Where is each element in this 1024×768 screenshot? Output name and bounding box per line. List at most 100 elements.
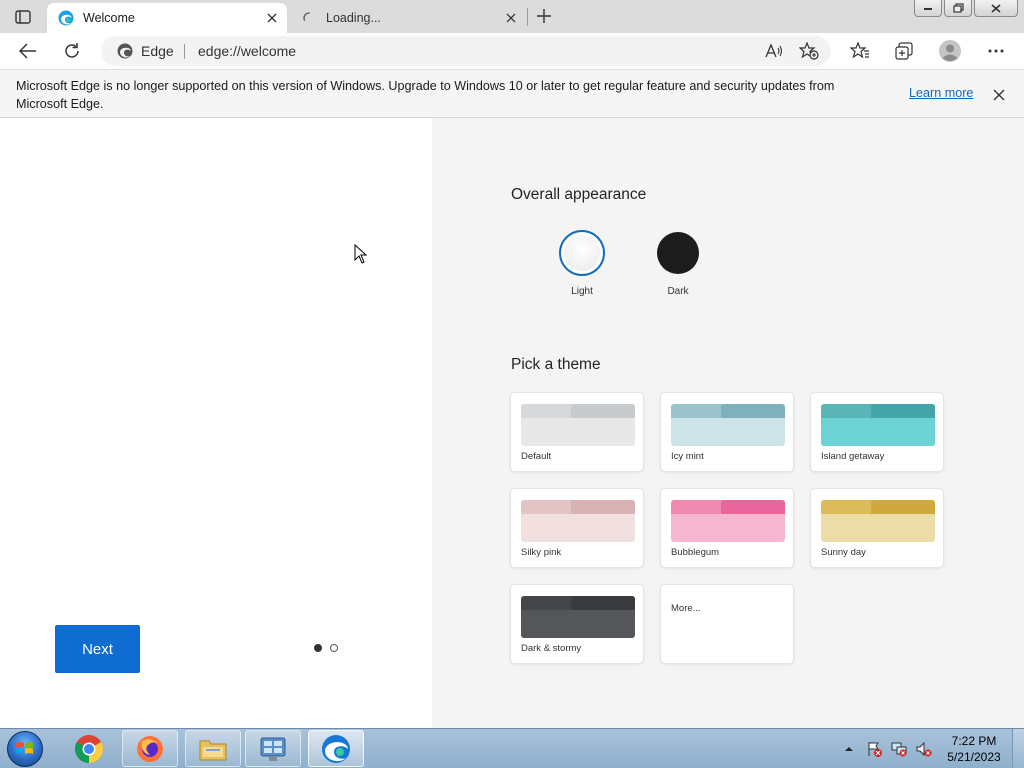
taskbar-edge[interactable] [308, 730, 364, 767]
more-themes-label: More... [671, 603, 701, 614]
url-text[interactable]: edge://welcome [198, 36, 296, 66]
site-label: Edge [141, 43, 174, 59]
taskbar-clock[interactable]: 7:22 PM 5/21/2023 [944, 733, 1004, 765]
minimize-button[interactable] [914, 0, 942, 17]
network-icon[interactable] [890, 740, 908, 758]
close-tab-icon[interactable] [263, 9, 281, 27]
favorites-button[interactable] [845, 36, 875, 66]
taskbar-chrome[interactable] [61, 730, 117, 767]
appearance-option-light[interactable]: Light [559, 230, 605, 297]
theme-preview-front [821, 418, 935, 446]
theme-card-icy-mint[interactable]: Icy mint [660, 392, 794, 472]
close-window-button[interactable] [974, 0, 1018, 17]
theme-name: Default [521, 451, 552, 462]
theme-preview [821, 404, 935, 446]
page-indicator [314, 644, 338, 652]
loading-spinner-icon [300, 9, 318, 27]
unsupported-os-infobar: Microsoft Edge is no longer supported on… [0, 69, 1024, 118]
refresh-icon [65, 43, 79, 58]
profile-button[interactable] [935, 36, 965, 66]
next-button[interactable]: Next [55, 625, 140, 673]
light-swatch[interactable] [559, 230, 605, 276]
close-icon [991, 3, 1001, 13]
appearance-option-dark[interactable]: Dark [657, 230, 699, 297]
edge-icon [322, 734, 350, 763]
volume-icon[interactable] [915, 740, 933, 758]
more-icon [988, 49, 1004, 53]
theme-card-sunny-day[interactable]: Sunny day [810, 488, 944, 568]
dark-swatch[interactable] [657, 232, 699, 274]
taskbar-file-explorer[interactable] [185, 730, 241, 767]
tab-title: Loading... [326, 11, 381, 25]
show-hidden-icons-button[interactable] [840, 740, 858, 758]
restore-button[interactable] [944, 0, 972, 17]
firefox-icon [137, 735, 163, 762]
theme-name: Island getaway [821, 451, 885, 462]
welcome-left-pane: Next [0, 118, 432, 728]
theme-card-island-getaway[interactable]: Island getaway [810, 392, 944, 472]
appearance-label: Dark [667, 286, 689, 297]
windows-logo-icon [16, 742, 33, 754]
taskbar-firefox[interactable] [122, 730, 178, 767]
theme-card-silky-pink[interactable]: Silky pink [510, 488, 644, 568]
start-button[interactable] [7, 731, 43, 767]
site-identity[interactable]: Edge [117, 36, 174, 66]
taskbar-control-panel[interactable] [245, 730, 301, 767]
plus-icon [537, 9, 551, 23]
theme-name: Dark & stormy [521, 643, 582, 654]
theme-preview [521, 404, 635, 446]
theme-preview [671, 500, 785, 542]
dismiss-infobar-button[interactable] [988, 84, 1010, 106]
avatar-icon [939, 40, 961, 62]
theme-preview-front [521, 514, 635, 542]
theme-preview [671, 404, 785, 446]
edge-icon [57, 9, 75, 27]
address-divider [184, 44, 185, 59]
theme-preview-tab [871, 500, 935, 514]
tab-strip: Welcome Loading... [0, 0, 1024, 33]
theme-preview-front [521, 418, 635, 446]
theme-preview-front [821, 514, 935, 542]
theme-name: Icy mint [671, 451, 704, 462]
minimize-icon [924, 8, 932, 10]
tab-actions-button[interactable] [8, 6, 38, 28]
tab-separator [527, 8, 528, 26]
theme-card-bubblegum[interactable]: Bubblegum [660, 488, 794, 568]
welcome-page: Next Overall appearance Light Dark Pick … [0, 118, 1024, 728]
theme-preview-front [521, 610, 635, 638]
mouse-cursor-icon [354, 244, 368, 264]
tab-welcome[interactable]: Welcome [47, 3, 287, 33]
theme-name: Bubblegum [671, 547, 720, 558]
theme-card-more[interactable]: More... [660, 584, 794, 664]
learn-more-link[interactable]: Learn more [909, 86, 973, 100]
restore-icon [952, 3, 964, 13]
close-icon [993, 89, 1005, 101]
back-button[interactable] [13, 36, 43, 66]
collections-button[interactable] [889, 36, 919, 66]
page-dot[interactable] [330, 644, 338, 652]
chevron-up-icon [845, 747, 853, 751]
tab-loading[interactable]: Loading... [290, 3, 526, 33]
read-aloud-button[interactable] [763, 40, 785, 62]
theme-name: Silky pink [521, 547, 562, 558]
new-tab-button[interactable] [532, 5, 556, 27]
close-tab-icon[interactable] [502, 9, 520, 27]
theme-preview-front [671, 418, 785, 446]
refresh-button[interactable] [57, 36, 87, 66]
address-bar[interactable]: Edge edge://welcome [101, 36, 831, 66]
theme-name: Sunny day [821, 547, 866, 558]
theme-preview-tab [721, 404, 785, 418]
window-controls [912, 0, 1018, 17]
theme-preview-tab [871, 404, 935, 418]
settings-more-button[interactable] [981, 36, 1011, 66]
chrome-icon [75, 734, 103, 763]
collections-icon [895, 42, 913, 60]
action-center-icon[interactable] [865, 740, 883, 758]
theme-card-dark-stormy[interactable]: Dark & stormy [510, 584, 644, 664]
infobar-message: Microsoft Edge is no longer supported on… [16, 79, 835, 111]
theme-card-default[interactable]: Default [510, 392, 644, 472]
add-favorite-button[interactable] [798, 40, 820, 62]
show-desktop-button[interactable] [1012, 729, 1024, 768]
theme-preview-tab [571, 596, 635, 610]
page-dot-active[interactable] [314, 644, 322, 652]
